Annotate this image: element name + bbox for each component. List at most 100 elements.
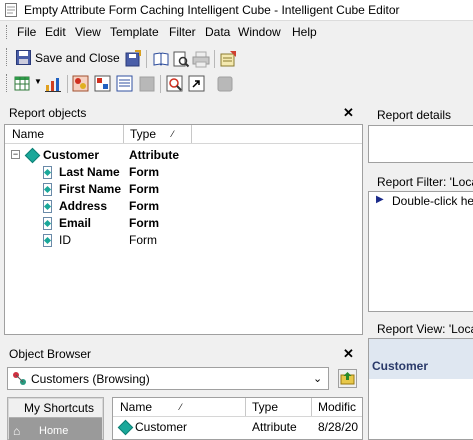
toolbar-grip[interactable] [6, 74, 10, 92]
disabled-tool-icon-2 [217, 76, 233, 92]
filter-editor-icon[interactable] [72, 75, 90, 93]
home-shortcut[interactable]: ⌂ Home [9, 418, 102, 440]
column-type[interactable]: Type [252, 400, 278, 414]
find-icon[interactable] [166, 75, 184, 93]
grid-row-header-label: Customer [372, 359, 429, 373]
chart-view-icon[interactable] [44, 75, 62, 93]
column-modified[interactable]: Modific [318, 400, 356, 414]
report-view-title: Report View: 'Local [377, 322, 473, 336]
toolbar-grip[interactable] [6, 48, 10, 66]
row-name: First Name [59, 182, 122, 196]
report-objects-header: Report objects ✕ [4, 103, 363, 123]
menu-file[interactable]: File [17, 25, 36, 39]
shortcut-arrow-icon[interactable] [188, 75, 206, 93]
menu-edit[interactable]: Edit [45, 25, 66, 39]
object-list: Name ⁄ Type Modific Customer Attribute 8… [112, 397, 363, 440]
report-filter-hint: Double-click he [392, 194, 473, 208]
title-bar: Empty Attribute Form Caching Intelligent… [0, 0, 473, 20]
menu-help[interactable]: Help [292, 25, 317, 39]
sort-indicator-icon: ⁄ [172, 129, 174, 139]
report-filter-panel[interactable]: ▶ Double-click he [368, 191, 473, 312]
object-name: Customer [135, 420, 188, 434]
template-editor-icon[interactable] [94, 75, 112, 93]
row-type: Form [129, 233, 157, 247]
my-shortcuts-label: My Shortcuts [24, 401, 95, 415]
column-divider[interactable] [191, 125, 192, 143]
grid-view-icon[interactable] [14, 75, 32, 93]
home-label: Home [39, 425, 69, 437]
home-icon: ⌂ [13, 424, 21, 438]
column-divider[interactable] [123, 125, 124, 143]
title-divider [0, 20, 473, 21]
row-type: Form [129, 199, 159, 213]
row-name: Last Name [59, 165, 120, 179]
menu-window[interactable]: Window [238, 25, 281, 39]
hierarchy-icon [13, 372, 26, 385]
tree-row-address[interactable]: Address Form [5, 198, 195, 215]
object-row-customer[interactable]: Customer Attribute 8/28/20 [113, 418, 362, 436]
form-icon [43, 217, 52, 230]
form-icon [43, 166, 52, 179]
print-icon[interactable] [192, 50, 210, 68]
toolbar-main: Save and Close [0, 45, 473, 69]
properties-icon[interactable] [220, 50, 238, 68]
tree-row-customer[interactable]: − Customer Attribute [5, 147, 195, 164]
column-divider[interactable] [245, 398, 246, 416]
up-folder-icon[interactable] [338, 369, 357, 388]
object-browser-panel: Customers (Browsing) ⌄ My Shortcuts ⌂ Ho… [4, 363, 363, 440]
dropdown-arrow-icon[interactable]: ▼ [34, 77, 42, 86]
menu-view[interactable]: View [75, 25, 101, 39]
report-objects-icon[interactable] [116, 75, 134, 93]
location-value: Customers (Browsing) [31, 372, 150, 386]
column-name[interactable]: Name [12, 127, 44, 141]
sort-indicator-icon: ⁄ [180, 402, 182, 412]
object-browser-header: Object Browser ✕ [4, 343, 363, 363]
report-objects-column-header: Name Type ⁄ [5, 125, 362, 144]
tree-row-last-name[interactable]: Last Name Form [5, 164, 195, 181]
tree-row-id[interactable]: ID Form [5, 232, 195, 249]
close-icon[interactable]: ✕ [343, 346, 354, 362]
collapse-icon[interactable]: − [11, 150, 20, 159]
form-icon [43, 200, 52, 213]
row-type: Form [129, 165, 159, 179]
toolbar-separator [214, 50, 215, 68]
row-name: Address [59, 199, 108, 213]
close-icon[interactable]: ✕ [343, 105, 354, 121]
menu-filter[interactable]: Filter [169, 25, 196, 39]
object-modified: 8/28/20 [318, 420, 359, 434]
column-name[interactable]: Name [120, 400, 152, 414]
app-icon [5, 3, 17, 17]
play-arrow-icon: ▶ [376, 194, 384, 205]
column-type[interactable]: Type [130, 127, 156, 141]
grid-row-header-cell[interactable]: Customer [369, 339, 473, 379]
report-details-title: Report details [377, 108, 452, 122]
chevron-down-icon[interactable]: ⌄ [313, 372, 322, 385]
print-preview-icon[interactable] [172, 50, 190, 68]
column-divider[interactable] [311, 398, 312, 416]
my-shortcuts-button[interactable]: My Shortcuts [9, 399, 102, 418]
form-icon [43, 234, 52, 247]
row-type: Form [129, 216, 159, 230]
menu-grip[interactable] [6, 25, 10, 39]
location-dropdown[interactable]: Customers (Browsing) ⌄ [7, 367, 329, 390]
row-name: ID [59, 233, 71, 247]
row-name: Customer [43, 148, 100, 162]
shortcuts-pane: My Shortcuts ⌂ Home [7, 397, 104, 440]
toolbar-separator [67, 75, 68, 93]
save-icon[interactable] [124, 50, 142, 68]
disabled-tool-icon [139, 76, 155, 92]
toolbar-separator [160, 75, 161, 93]
report-objects-panel: Name Type ⁄ − Customer Attribute Last Na… [4, 124, 363, 335]
tree-row-email[interactable]: Email Form [5, 215, 195, 232]
tree-row-first-name[interactable]: First Name Form [5, 181, 195, 198]
save-and-close-button[interactable]: Save and Close [14, 48, 120, 68]
menu-data[interactable]: Data [205, 25, 230, 39]
object-type: Attribute [252, 420, 297, 434]
menu-template[interactable]: Template [110, 25, 159, 39]
row-name: Email [59, 216, 92, 230]
row-type: Attribute [129, 148, 179, 162]
object-browser-title: Object Browser [9, 347, 92, 361]
open-book-icon[interactable] [152, 50, 170, 68]
window-title: Empty Attribute Form Caching Intelligent… [24, 3, 400, 17]
save-and-close-label: Save and Close [35, 51, 120, 65]
